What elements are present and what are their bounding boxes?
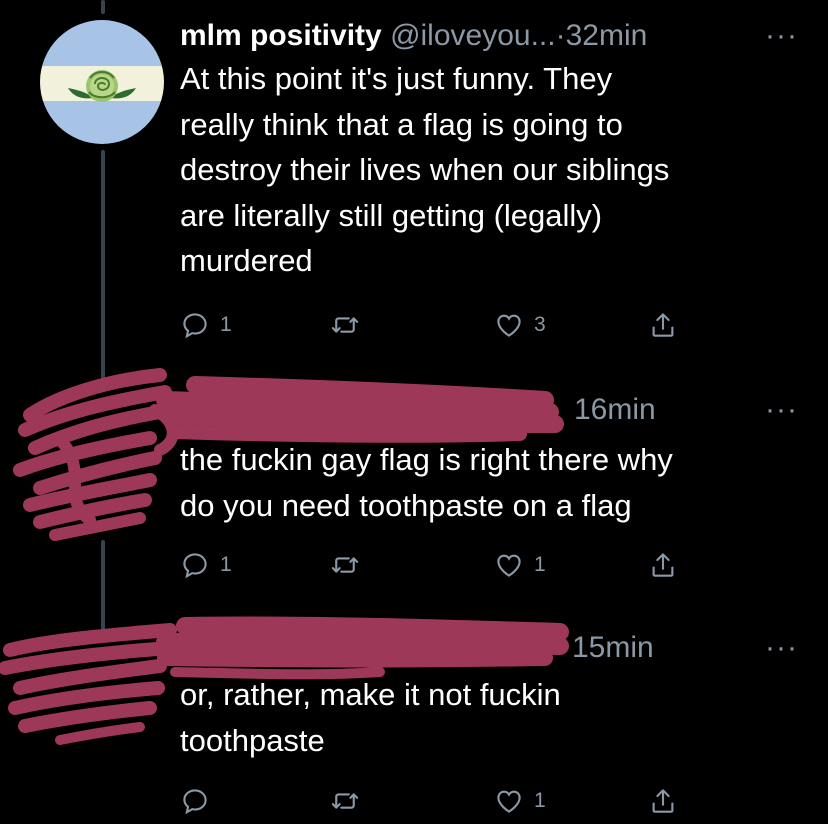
redaction-scribble (0, 368, 569, 745)
